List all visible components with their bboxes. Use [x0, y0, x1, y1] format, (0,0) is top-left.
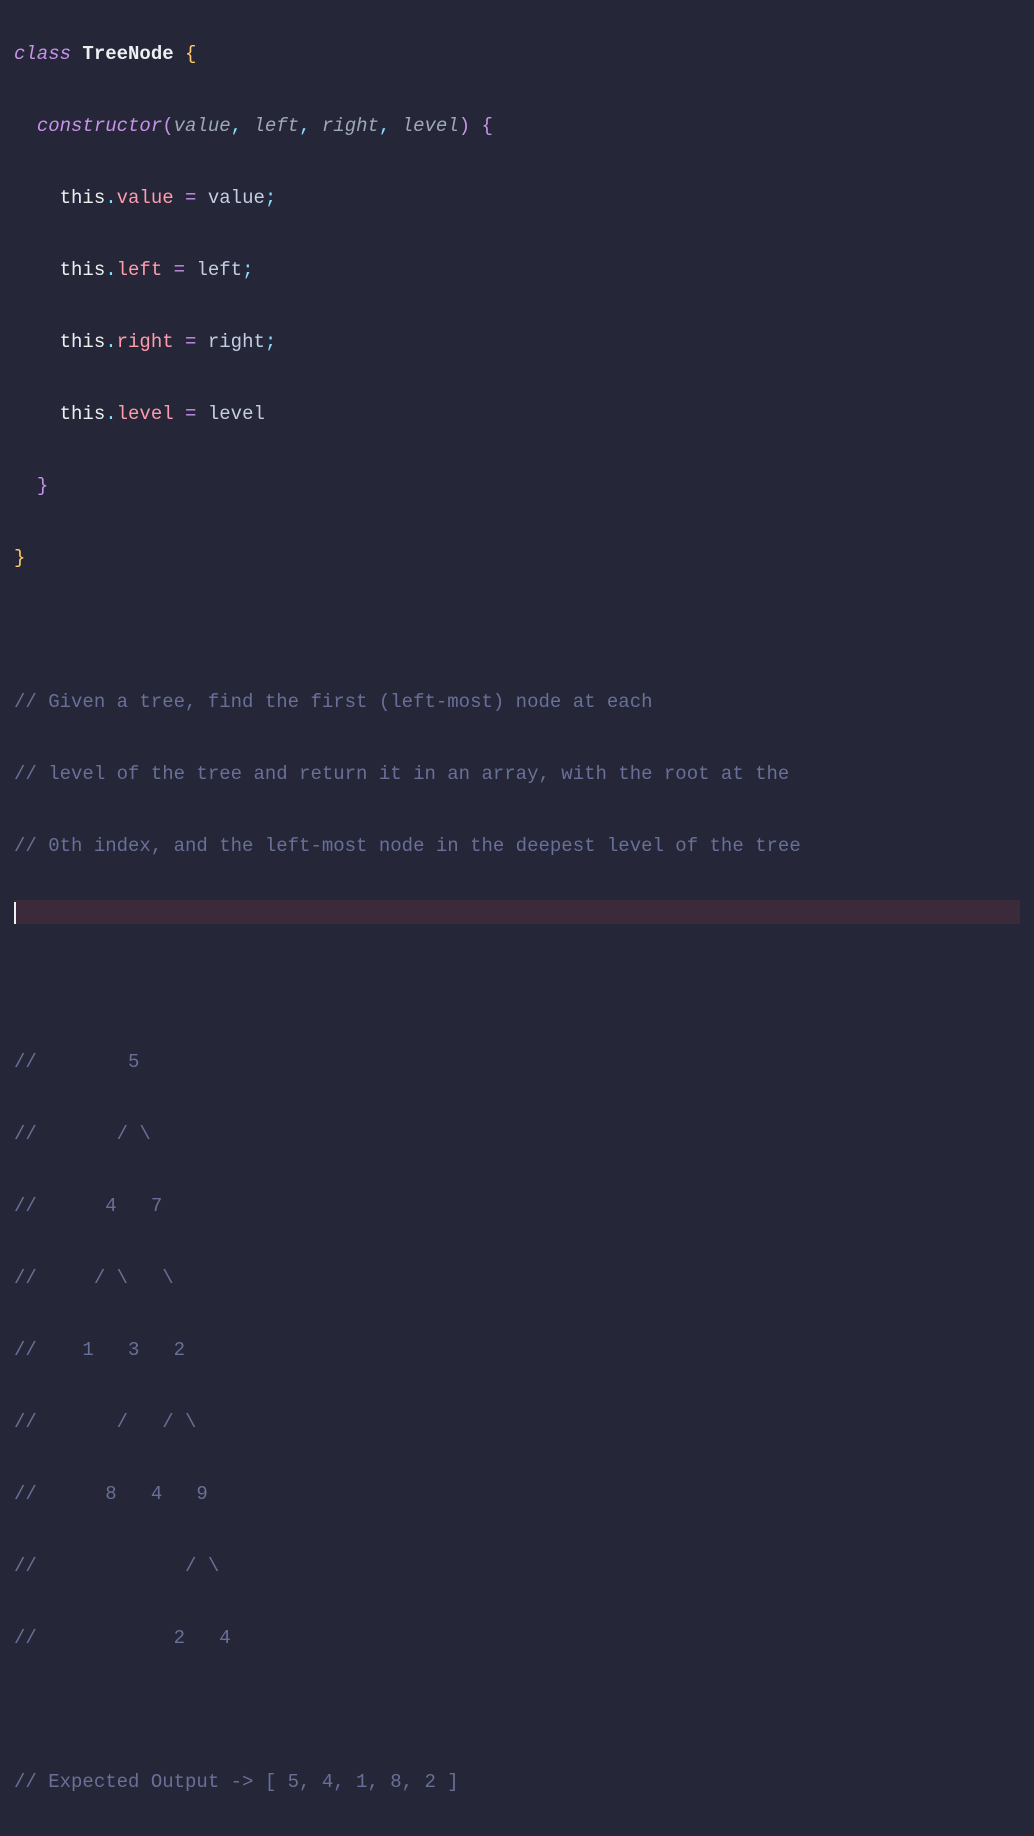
comment: // 8 4 9: [14, 1483, 208, 1505]
identifier: left: [196, 259, 242, 281]
this-keyword: this: [60, 331, 106, 353]
dot: .: [105, 259, 116, 281]
comment-line: // 1 3 2: [14, 1332, 1020, 1368]
comment: // / \ \: [14, 1267, 174, 1289]
property: level: [117, 403, 174, 425]
close-paren: ): [459, 115, 470, 137]
text-cursor: [14, 902, 16, 924]
comment-line: // Given a tree, find the first (left-mo…: [14, 684, 1020, 720]
comment-line: // 0th index, and the left-most node in …: [14, 828, 1020, 864]
semicolon: ;: [242, 259, 253, 281]
code-line: this.level = level: [14, 396, 1020, 432]
comment-line: // / / \: [14, 1404, 1020, 1440]
comment-line: // / \: [14, 1548, 1020, 1584]
param: level: [402, 115, 459, 137]
comment-line: // 5: [14, 1044, 1020, 1080]
comment: // 5: [14, 1051, 139, 1073]
open-paren: (: [162, 115, 173, 137]
param: left: [253, 115, 299, 137]
property: right: [117, 331, 174, 353]
open-brace: {: [185, 43, 196, 65]
param: value: [174, 115, 231, 137]
identifier: level: [208, 403, 265, 425]
keyword-class: class: [14, 43, 71, 65]
identifier: right: [208, 331, 265, 353]
comment: // level of the tree and return it in an…: [14, 763, 789, 785]
this-keyword: this: [60, 403, 106, 425]
active-line-highlight: [14, 900, 1020, 924]
this-keyword: this: [60, 259, 106, 281]
comment: // / \: [14, 1555, 219, 1577]
comment-line: // level of the tree and return it in an…: [14, 756, 1020, 792]
comma: ,: [299, 115, 310, 137]
class-name: TreeNode: [82, 43, 173, 65]
dot: .: [105, 403, 116, 425]
equals: =: [174, 259, 185, 281]
keyword-constructor: constructor: [37, 115, 162, 137]
equals: =: [185, 187, 196, 209]
dot: .: [105, 331, 116, 353]
identifier: value: [208, 187, 265, 209]
comment: // 1 3 2: [14, 1339, 185, 1361]
code-line: this.value = value;: [14, 180, 1020, 216]
open-brace: {: [482, 115, 493, 137]
comment-line: // 2 4: [14, 1620, 1020, 1656]
comma: ,: [379, 115, 390, 137]
close-brace: }: [14, 547, 25, 569]
comment: // Expected Output -> [ 5, 4, 1, 8, 2 ]: [14, 1771, 459, 1793]
comment-line: // 8 4 9: [14, 1476, 1020, 1512]
dot: .: [105, 187, 116, 209]
comment-line: // / \ \: [14, 1260, 1020, 1296]
comment-line: // Expected Output -> [ 5, 4, 1, 8, 2 ]: [14, 1764, 1020, 1800]
code-line: this.right = right;: [14, 324, 1020, 360]
code-line: constructor(value, left, right, level) {: [14, 108, 1020, 144]
comment-line: // 4 7: [14, 1188, 1020, 1224]
code-line: }: [14, 540, 1020, 576]
comment-line: // / \: [14, 1116, 1020, 1152]
code-line: }: [14, 468, 1020, 504]
blank-line: [14, 1692, 1020, 1728]
comment: // 0th index, and the left-most node in …: [14, 835, 801, 857]
code-line: class TreeNode {: [14, 36, 1020, 72]
comma: ,: [231, 115, 242, 137]
code-line: this.left = left;: [14, 252, 1020, 288]
comment: // 2 4: [14, 1627, 231, 1649]
semicolon: ;: [265, 187, 276, 209]
blank-line: [14, 972, 1020, 1008]
param: right: [322, 115, 379, 137]
comment: // / \: [14, 1123, 151, 1145]
comment: // 4 7: [14, 1195, 162, 1217]
comment: // Given a tree, find the first (left-mo…: [14, 691, 653, 713]
equals: =: [185, 331, 196, 353]
comment: // / / \: [14, 1411, 196, 1433]
close-brace: }: [37, 475, 48, 497]
property: left: [117, 259, 163, 281]
this-keyword: this: [60, 187, 106, 209]
equals: =: [185, 403, 196, 425]
property: value: [117, 187, 174, 209]
blank-line: [14, 612, 1020, 648]
semicolon: ;: [265, 331, 276, 353]
